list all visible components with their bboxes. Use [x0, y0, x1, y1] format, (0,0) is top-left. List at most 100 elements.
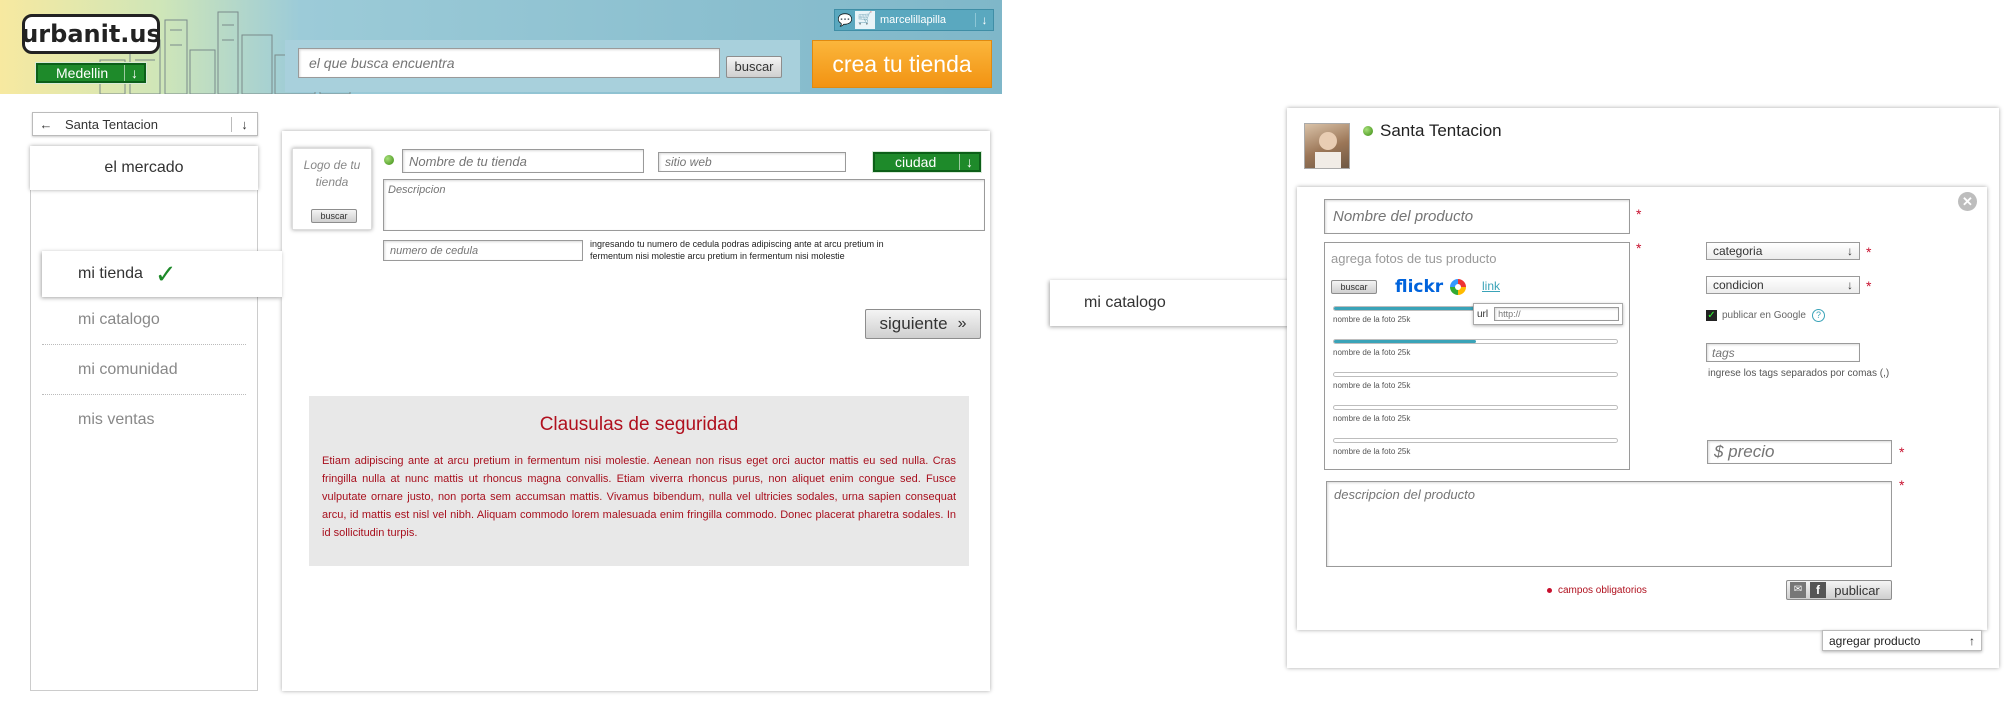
- search-button[interactable]: buscar: [726, 56, 782, 78]
- upload-progress-fill: [1334, 340, 1476, 343]
- logo[interactable]: urbanit.us: [21, 14, 161, 54]
- url-label: url: [1477, 308, 1489, 320]
- condition-select[interactable]: condicion ↓: [1706, 276, 1860, 294]
- required-star-icon: *: [1866, 244, 1872, 260]
- chevron-down-icon: ↓: [959, 154, 979, 170]
- store-description-textarea[interactable]: [383, 179, 985, 231]
- nav-item-label: mi catalogo: [78, 311, 160, 328]
- url-input[interactable]: [1494, 307, 1619, 321]
- search-input[interactable]: [298, 48, 720, 78]
- security-clauses-box: Clausulas de seguridad Etiam adipiscing …: [309, 396, 969, 566]
- nav-item-mi-comunidad[interactable]: mi comunidad: [42, 354, 246, 394]
- publish-label: publicar: [1834, 582, 1880, 598]
- product-description-textarea[interactable]: [1326, 481, 1892, 567]
- flickr-label: flickr: [1395, 277, 1444, 297]
- tab-mi-catalogo-label: mi catalogo: [1084, 294, 1166, 311]
- required-star-icon: *: [1899, 477, 1905, 493]
- security-body: Etiam adipiscing ante at arcu pretium in…: [322, 455, 956, 539]
- arrow-left-icon[interactable]: ←: [33, 117, 59, 132]
- add-product-bar[interactable]: agregar producto ↑: [1822, 630, 1982, 651]
- chevron-down-icon[interactable]: ↓: [231, 116, 257, 132]
- picasa-icon-center: [1455, 284, 1461, 290]
- photos-placeholder: agrega fotos de tus producto: [1331, 251, 1497, 266]
- required-note-text: campos obligatorios: [1558, 585, 1647, 596]
- photo-label: nombre de la foto 25k: [1333, 348, 1411, 357]
- chevron-up-icon: ↑: [1969, 633, 1975, 648]
- required-star-icon: *: [1866, 278, 1872, 294]
- tags-help: ingrese los tags separados por comas (,): [1708, 368, 1890, 379]
- upload-progress-fill: [1334, 307, 1476, 310]
- photo-label: nombre de la foto 25k: [1333, 381, 1411, 390]
- chevron-down-icon: ↓: [1847, 244, 1853, 258]
- category-label: categoria: [1713, 244, 1763, 258]
- cart-icon[interactable]: 🛒: [855, 11, 875, 29]
- city-select-label: ciudad: [895, 154, 937, 170]
- chevron-down-icon[interactable]: ↓: [975, 13, 993, 27]
- store-name-input[interactable]: [402, 149, 644, 173]
- google-checkbox[interactable]: ✓: [1706, 310, 1717, 321]
- facebook-share-icon[interactable]: f: [1810, 582, 1826, 598]
- photo-row: nombre de la foto 25k: [1333, 438, 1618, 471]
- link-source-button[interactable]: link: [1482, 279, 1500, 293]
- logo-text: urbanit.us: [21, 20, 161, 48]
- upload-progress-bar: [1333, 372, 1618, 377]
- chevron-down-icon: ↓: [124, 65, 144, 81]
- chat-icon[interactable]: 💬: [835, 13, 855, 27]
- add-product-label: agregar producto: [1829, 633, 1921, 648]
- nav-mercado-label: el mercado: [104, 159, 184, 176]
- google-label: publicar en Google: [1722, 310, 1806, 321]
- status-dot-icon: [1363, 126, 1373, 136]
- city-select[interactable]: ciudad ↓: [872, 151, 982, 173]
- nav-divider: [42, 394, 246, 395]
- id-number-input[interactable]: [383, 240, 583, 261]
- store-avatar[interactable]: [1304, 123, 1350, 169]
- city-label: Medellin: [56, 65, 109, 81]
- header-banner: urbanit.us Medellin ↓ buscar crea tu tie…: [0, 0, 1002, 94]
- nav-mercado[interactable]: el mercado: [30, 146, 258, 190]
- store-selector[interactable]: ← Santa Tentacion ↓: [32, 112, 258, 136]
- catalog-store-name: Santa Tentacion: [1380, 121, 1502, 140]
- nav-item-label: mi tienda: [78, 265, 143, 282]
- photo-label: nombre de la foto 25k: [1333, 414, 1411, 423]
- nav-item-mi-tienda[interactable]: mi tienda ✓: [42, 251, 282, 297]
- email-share-icon[interactable]: ✉: [1790, 582, 1806, 598]
- google-publish-row: ✓ publicar en Google ?: [1706, 309, 1825, 322]
- store-selector-name: Santa Tentacion: [65, 116, 158, 132]
- publish-button[interactable]: ✉ f publicar: [1786, 580, 1892, 600]
- help-icon[interactable]: ?: [1811, 309, 1825, 322]
- nav-item-mis-ventas[interactable]: mis ventas: [42, 404, 246, 444]
- checkmark-icon: ✓: [154, 258, 177, 289]
- photos-browse-button[interactable]: buscar: [1331, 280, 1377, 294]
- logo-upload-label: Logo de tu tienda: [303, 158, 361, 189]
- photo-row: nombre de la foto 25k: [1333, 339, 1618, 372]
- website-input[interactable]: [658, 152, 846, 172]
- user-toolbar: 💬 🛒 marcelillapilla ↓: [834, 9, 994, 31]
- logo-upload-button[interactable]: buscar: [311, 209, 357, 223]
- category-select[interactable]: categoria ↓: [1706, 242, 1860, 260]
- chevron-down-icon: ↓: [1847, 278, 1853, 292]
- close-icon[interactable]: ✕: [1958, 192, 1977, 211]
- tab-mi-catalogo[interactable]: mi catalogo: [1050, 280, 1290, 326]
- upload-progress-bar: [1333, 438, 1618, 443]
- logo-upload-box: Logo de tu tienda buscar: [292, 148, 372, 230]
- person-avatar-icon: [1315, 132, 1341, 168]
- tags-input[interactable]: [1706, 343, 1860, 362]
- required-bullet-icon: [1547, 588, 1552, 593]
- required-star-icon: *: [1636, 240, 1642, 256]
- condition-label: condicion: [1713, 278, 1764, 292]
- price-input[interactable]: [1707, 440, 1892, 464]
- id-help-text: ingresando tu numero de cedula podras ad…: [590, 239, 884, 261]
- cta-create-store-button[interactable]: crea tu tienda: [812, 40, 992, 88]
- nav-item-mi-catalogo[interactable]: mi catalogo: [42, 304, 246, 344]
- next-button[interactable]: siguiente »: [865, 309, 981, 339]
- username[interactable]: marcelillapilla: [875, 14, 975, 26]
- status-dot-icon: [384, 155, 394, 165]
- nav-divider: [42, 344, 246, 345]
- city-selector[interactable]: Medellin ↓: [35, 62, 147, 84]
- required-star-icon: *: [1899, 444, 1905, 460]
- product-name-input[interactable]: [1324, 199, 1630, 234]
- upload-progress-bar: [1333, 405, 1618, 410]
- next-button-label: siguiente: [879, 314, 948, 333]
- upload-progress-bar: [1333, 339, 1618, 344]
- flickr-source-button[interactable]: flickr: [1395, 277, 1443, 297]
